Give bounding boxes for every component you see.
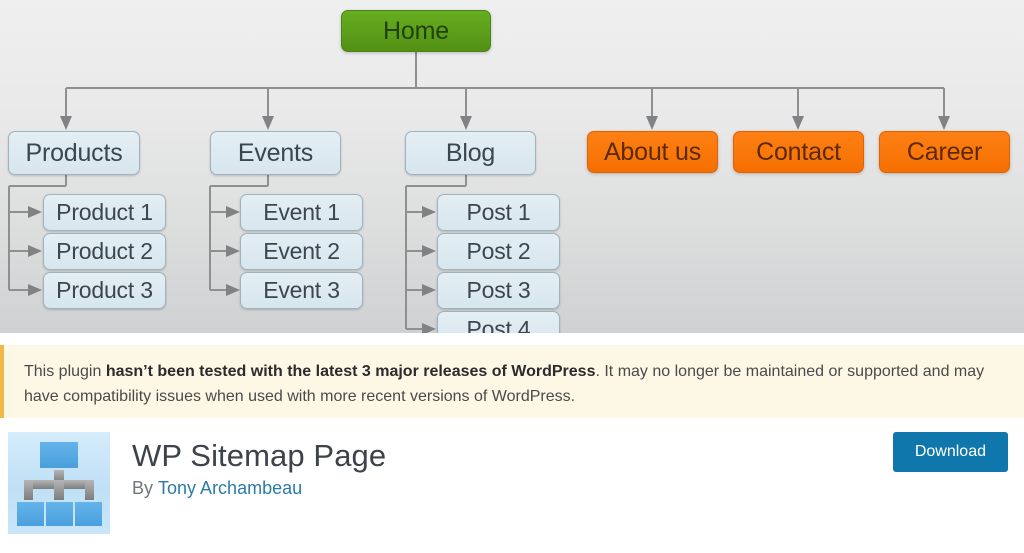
sitemap-node-post-2: Post 2 (437, 233, 560, 270)
notice-text-before: This plugin (24, 363, 106, 380)
sitemap-node-events: Events (210, 131, 341, 175)
sitemap-node-label: Events (237, 138, 314, 167)
notice-text-bold: hasn’t been tested with the latest 3 maj… (105, 363, 596, 380)
plugin-title: WP Sitemap Page (132, 438, 387, 473)
sitemap-node-post-4: Post 4 (437, 311, 560, 333)
sitemap-node-label: Post 2 (466, 238, 531, 264)
plugin-meta: WP Sitemap Page By Tony Archambeau (132, 432, 386, 499)
plugin-header: WP Sitemap Page By Tony Archambeau Downl… (0, 418, 1024, 553)
sitemap-node-products: Products (8, 131, 140, 175)
sitemap-node-about-us: About us (587, 131, 718, 173)
sitemap-node-label: Post 3 (466, 277, 531, 303)
sitemap-node-label: Career (906, 137, 983, 166)
sitemap-node-label: Home (383, 16, 449, 45)
sitemap-node-career: Career (879, 131, 1010, 173)
sitemap-node-label: Event 3 (263, 277, 340, 303)
sitemap-node-blog: Blog (405, 131, 536, 175)
sitemap-node-event-1: Event 1 (240, 194, 363, 231)
sitemap-node-label: Post 4 (466, 316, 531, 334)
sitemap-node-label: Products (25, 138, 123, 167)
sitemap-node-post-1: Post 1 (437, 194, 560, 231)
download-button[interactable]: Download (892, 432, 1008, 472)
notice-text: This plugin hasn’t been tested with the … (24, 359, 1006, 409)
sitemap-node-label: Blog (445, 138, 496, 167)
sitemap-node-label: Contact (756, 137, 841, 166)
sitemap-node-label: Event 1 (263, 199, 340, 225)
sitemap-node-label: Event 2 (263, 238, 340, 264)
plugin-author-link[interactable]: Tony Archambeau (158, 478, 302, 498)
sitemap-node-product-2: Product 2 (43, 233, 166, 270)
sitemap-node-label: About us (603, 137, 702, 166)
sitemap-node-event-2: Event 2 (240, 233, 363, 270)
sitemap-node-post-3: Post 3 (437, 272, 560, 309)
sitemap-node-contact: Contact (733, 131, 864, 173)
sitemap-icon (8, 432, 110, 534)
sitemap-node-label: Product 1 (56, 199, 153, 225)
sitemap-node-product-1: Product 1 (43, 194, 166, 231)
sitemap-node-label: Product 2 (56, 238, 153, 264)
sitemap-node-label: Post 1 (466, 199, 531, 225)
sitemap-node-product-3: Product 3 (43, 272, 166, 309)
plugin-compatibility-notice: This plugin hasn’t been tested with the … (0, 345, 1024, 418)
sitemap-node-label: Product 3 (56, 277, 153, 303)
sitemap-node-event-3: Event 3 (240, 272, 363, 309)
plugin-banner-sitemap-diagram: Home Products Events Blog About us Conta… (0, 0, 1024, 333)
plugin-byline: By Tony Archambeau (132, 478, 386, 499)
sitemap-node-home: Home (341, 10, 491, 52)
by-label: By (132, 477, 154, 498)
